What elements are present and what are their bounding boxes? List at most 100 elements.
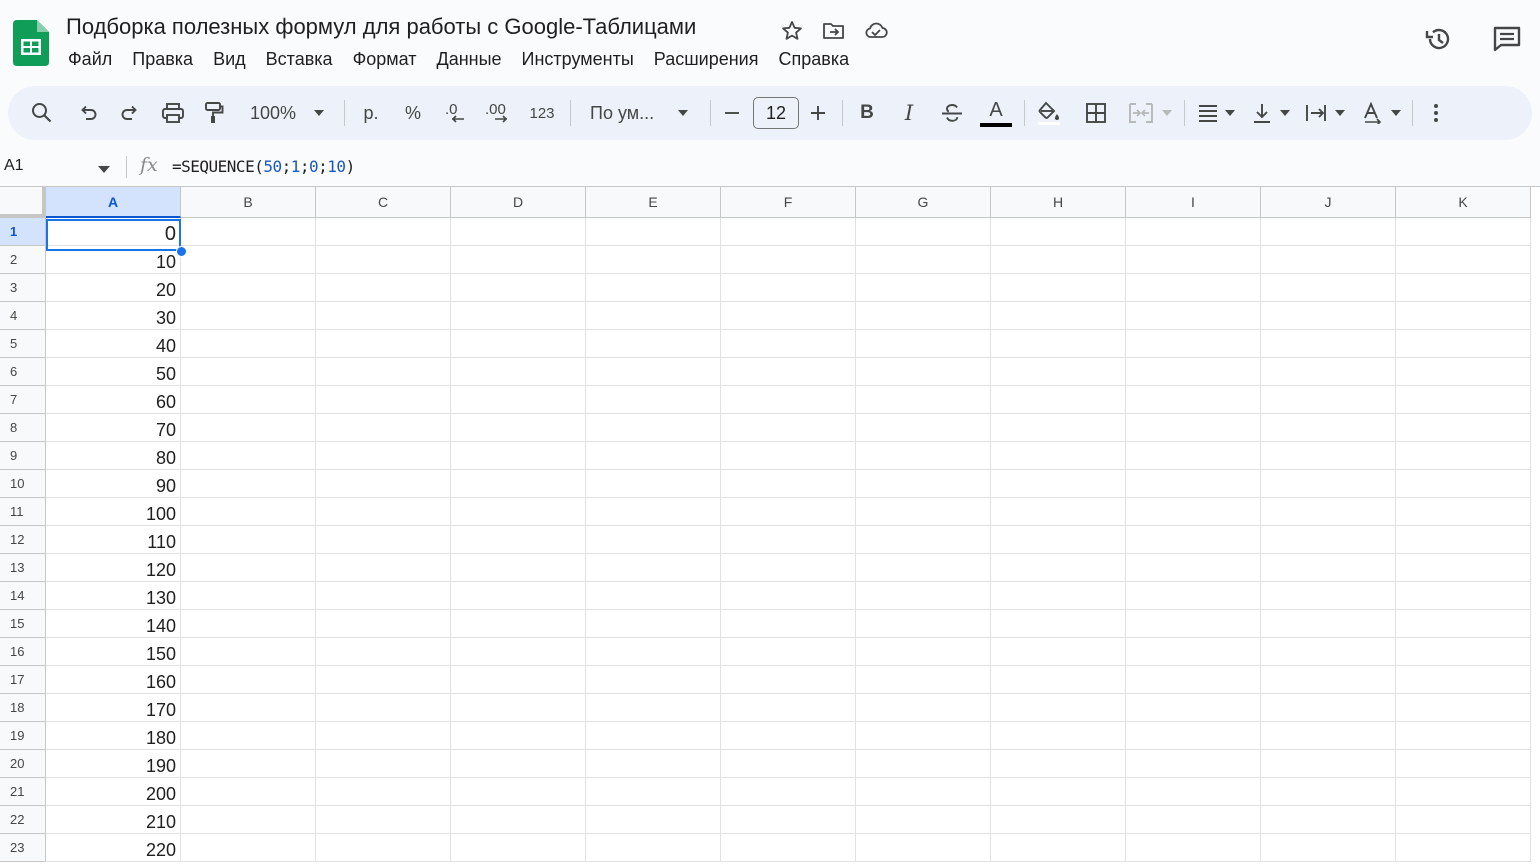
cell-b[interactable]: [181, 274, 316, 302]
column-header-g[interactable]: G: [856, 187, 991, 218]
cell-k[interactable]: [1396, 470, 1531, 498]
cell-k[interactable]: [1396, 834, 1531, 862]
cell-f[interactable]: [721, 442, 856, 470]
cell-h[interactable]: [991, 750, 1126, 778]
cell-e[interactable]: [586, 470, 721, 498]
column-header-c[interactable]: C: [316, 187, 451, 218]
cell-c[interactable]: [316, 722, 451, 750]
cell-g[interactable]: [856, 778, 991, 806]
cell-b[interactable]: [181, 582, 316, 610]
search-menus-icon[interactable]: [28, 86, 56, 140]
cell-k[interactable]: [1396, 358, 1531, 386]
cell-h[interactable]: [991, 246, 1126, 274]
fill-color-icon[interactable]: [1034, 86, 1064, 140]
cell-g[interactable]: [856, 358, 991, 386]
cell-e[interactable]: [586, 778, 721, 806]
cell-d[interactable]: [451, 834, 586, 862]
cell-h[interactable]: [991, 302, 1126, 330]
cell-i[interactable]: [1126, 246, 1261, 274]
cell-e[interactable]: [586, 666, 721, 694]
cell-d[interactable]: [451, 302, 586, 330]
font-size-value[interactable]: 12: [753, 97, 799, 129]
cell-d[interactable]: [451, 638, 586, 666]
cell-d[interactable]: [451, 526, 586, 554]
cell-k[interactable]: [1396, 274, 1531, 302]
row-header[interactable]: 7: [0, 386, 46, 414]
cell-k[interactable]: [1396, 806, 1531, 834]
cell-k[interactable]: [1396, 722, 1531, 750]
cell-j[interactable]: [1261, 498, 1396, 526]
cell-e[interactable]: [586, 414, 721, 442]
select-all-corner[interactable]: [0, 187, 46, 218]
row-header[interactable]: 10: [0, 470, 46, 498]
cell-d[interactable]: [451, 358, 586, 386]
row-header[interactable]: 22: [0, 806, 46, 834]
row-header[interactable]: 2: [0, 246, 46, 274]
cell-i[interactable]: [1126, 582, 1261, 610]
cell-f[interactable]: [721, 218, 856, 246]
undo-icon[interactable]: [74, 86, 102, 140]
cell-c[interactable]: [316, 582, 451, 610]
cell-d[interactable]: [451, 442, 586, 470]
cell-g[interactable]: [856, 666, 991, 694]
decrease-font-size-button[interactable]: [720, 86, 744, 140]
decrease-decimal-button[interactable]: .0: [440, 86, 472, 140]
cell-c[interactable]: [316, 750, 451, 778]
cell-f[interactable]: [721, 806, 856, 834]
cell-j[interactable]: [1261, 358, 1396, 386]
cell-c[interactable]: [316, 694, 451, 722]
cell-h[interactable]: [991, 666, 1126, 694]
cell-j[interactable]: [1261, 274, 1396, 302]
cell-f[interactable]: [721, 722, 856, 750]
column-header-d[interactable]: D: [451, 187, 586, 218]
cell-i[interactable]: [1126, 694, 1261, 722]
cell-a[interactable]: 50: [46, 358, 181, 386]
menu-data[interactable]: Данные: [427, 47, 512, 72]
cell-k[interactable]: [1396, 666, 1531, 694]
cell-j[interactable]: [1261, 582, 1396, 610]
cell-j[interactable]: [1261, 442, 1396, 470]
paint-format-icon[interactable]: [200, 86, 228, 140]
cell-b[interactable]: [181, 666, 316, 694]
cell-g[interactable]: [856, 610, 991, 638]
more-vert-icon[interactable]: [1422, 86, 1450, 140]
cell-b[interactable]: [181, 834, 316, 862]
cell-j[interactable]: [1261, 750, 1396, 778]
font-select[interactable]: По ум...: [582, 86, 698, 140]
cell-a[interactable]: 90: [46, 470, 181, 498]
cell-b[interactable]: [181, 386, 316, 414]
cell-c[interactable]: [316, 638, 451, 666]
cell-g[interactable]: [856, 330, 991, 358]
cell-k[interactable]: [1396, 638, 1531, 666]
row-header[interactable]: 5: [0, 330, 46, 358]
cell-d[interactable]: [451, 498, 586, 526]
cell-g[interactable]: [856, 498, 991, 526]
cell-g[interactable]: [856, 246, 991, 274]
print-icon[interactable]: [158, 86, 188, 140]
cell-d[interactable]: [451, 750, 586, 778]
chevron-down-icon[interactable]: [98, 160, 110, 178]
cell-f[interactable]: [721, 610, 856, 638]
cell-d[interactable]: [451, 582, 586, 610]
cell-h[interactable]: [991, 470, 1126, 498]
cell-c[interactable]: [316, 274, 451, 302]
row-header[interactable]: 23: [0, 834, 46, 862]
cell-c[interactable]: [316, 470, 451, 498]
cell-h[interactable]: [991, 778, 1126, 806]
cell-d[interactable]: [451, 666, 586, 694]
more-formats-button[interactable]: 123: [526, 86, 558, 140]
row-header[interactable]: 8: [0, 414, 46, 442]
version-history-icon[interactable]: [1420, 20, 1458, 58]
cell-e[interactable]: [586, 582, 721, 610]
cell-k[interactable]: [1396, 414, 1531, 442]
borders-icon[interactable]: [1082, 86, 1110, 140]
cell-b[interactable]: [181, 330, 316, 358]
cell-c[interactable]: [316, 526, 451, 554]
cell-e[interactable]: [586, 330, 721, 358]
cell-d[interactable]: [451, 778, 586, 806]
cell-j[interactable]: [1261, 302, 1396, 330]
cell-h[interactable]: [991, 610, 1126, 638]
cell-e[interactable]: [586, 694, 721, 722]
font-size-input[interactable]: 12: [752, 86, 800, 140]
cell-g[interactable]: [856, 302, 991, 330]
